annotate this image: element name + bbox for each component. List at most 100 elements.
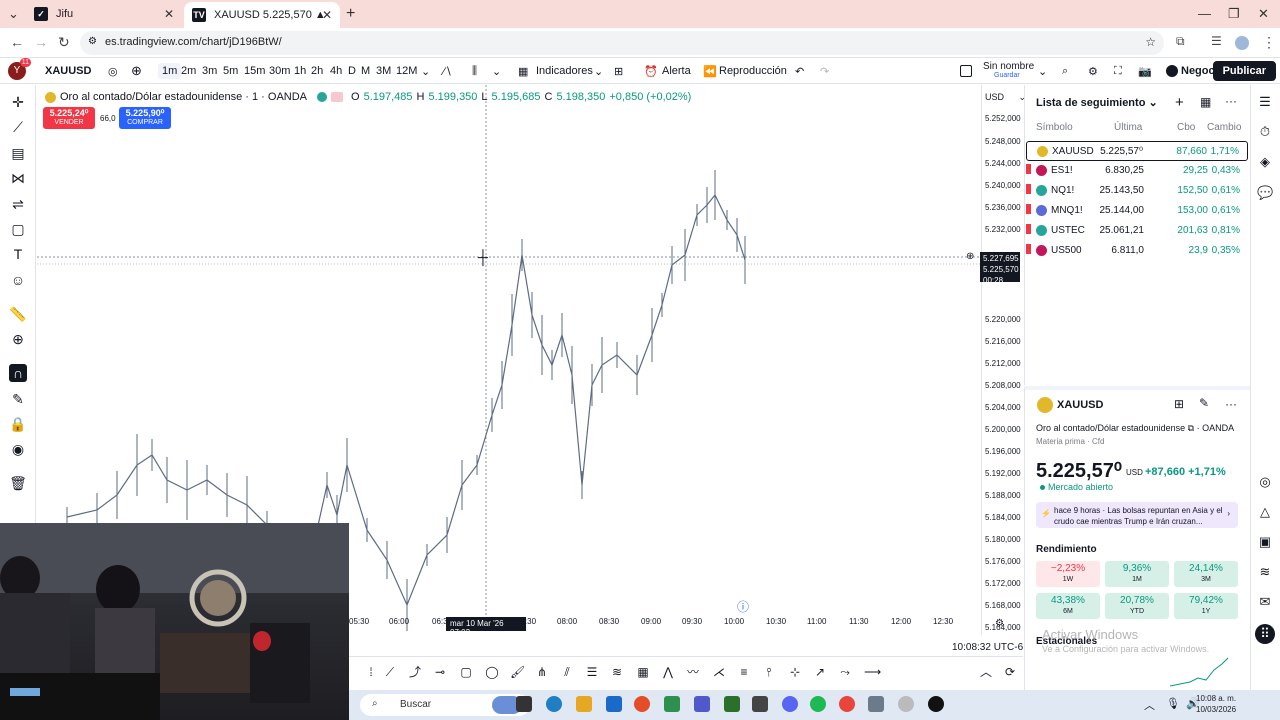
alarm-clock-icon[interactable]: ⏰ xyxy=(644,65,658,78)
interval-1m[interactable]: 1m xyxy=(158,63,182,79)
microphone-icon[interactable]: 🎙 xyxy=(1166,697,1180,710)
indicators-button[interactable]: Indicadores xyxy=(536,65,593,77)
horizontal-line-icon[interactable]: ⊸ xyxy=(433,665,447,679)
interval-d[interactable]: D xyxy=(348,65,356,77)
flag-marker-icon[interactable] xyxy=(1026,164,1031,174)
maximize-icon[interactable]: ❐ xyxy=(1228,6,1240,22)
channel-icon[interactable]: ⫽ xyxy=(560,665,574,679)
watchlist-row-xauusd[interactable]: XAUUSD 5.225,57⁰ 87,660 1,71% xyxy=(1026,141,1248,161)
trash-icon[interactable]: 🗑 xyxy=(9,474,27,492)
layout-name[interactable]: Sin nombre xyxy=(983,61,1034,72)
undo-icon[interactable]: ↶ xyxy=(795,65,804,78)
interval-2m[interactable]: 2m xyxy=(181,65,196,77)
forecast-icon[interactable]: ⇌ xyxy=(9,195,27,213)
regression-icon[interactable]: ≡ xyxy=(737,665,751,679)
browser-menu-icon[interactable]: ⋮ xyxy=(1262,34,1276,51)
watchlist-title[interactable]: Lista de seguimiento ⌄ xyxy=(1036,96,1158,109)
publish-button[interactable]: Publicar xyxy=(1212,61,1276,81)
shapes-icon[interactable]: ▢ xyxy=(9,220,27,238)
interval-5m[interactable]: 5m xyxy=(223,65,238,77)
pattern-icon[interactable]: ⋈ xyxy=(9,169,27,187)
profile-avatar[interactable] xyxy=(1235,36,1249,50)
flag-marker-icon[interactable] xyxy=(1026,244,1031,254)
more-options-icon[interactable]: ··· xyxy=(1225,94,1237,108)
header-symbol[interactable]: Símbolo xyxy=(1036,122,1073,133)
utc-clock[interactable]: 10:08:32 UTC-6 xyxy=(952,642,1023,653)
templates-icon[interactable]: ⊞ xyxy=(614,65,623,78)
indicators-icon[interactable]: ▦ xyxy=(518,65,528,78)
broadcast-icon[interactable]: ≋ xyxy=(1257,564,1273,580)
interval-2h[interactable]: 2h xyxy=(311,65,323,77)
eye-icon[interactable]: ◉ xyxy=(9,440,27,458)
trend-line-icon[interactable]: ⟋ xyxy=(383,665,397,679)
settings-icon[interactable] xyxy=(868,696,884,712)
layout-save[interactable]: Guardar xyxy=(994,72,1020,79)
tab-jifu[interactable]: ✓ Jifu ✕ xyxy=(26,2,182,26)
toolbar-layout-icon[interactable]: ⟳ xyxy=(1003,665,1017,679)
pitchfork-icon[interactable]: ⋔ xyxy=(535,665,549,679)
chrome-icon[interactable] xyxy=(839,696,855,712)
interval-dropdown-icon[interactable]: ⌄ xyxy=(421,65,430,78)
ideas-icon[interactable]: △ xyxy=(1257,504,1273,520)
new-tab-icon[interactable]: + xyxy=(346,5,355,23)
header-change[interactable]: Cbo xyxy=(1177,122,1195,133)
apps-grid-icon[interactable]: ⠿ xyxy=(1255,624,1275,644)
close-tab-icon[interactable]: ✕ xyxy=(164,7,174,21)
buy-button[interactable]: 5.225,90⁰ COMPRAR xyxy=(119,107,171,129)
taskbar-clock[interactable]: 10:08 a. m. 10/03/2026 xyxy=(1196,693,1236,715)
interval-1h[interactable]: 1h xyxy=(294,65,306,77)
office-icon[interactable] xyxy=(634,696,650,712)
url-field[interactable]: ⚙ es.tradingview.com/chart/jD196BtW/ ☆ xyxy=(80,31,1164,55)
time-axis[interactable]: 05:30 06:00 06:30 07:30 08:00 08:30 09:00 09:30… xyxy=(349,617,981,631)
flag-marker-icon[interactable] xyxy=(1026,204,1031,214)
extensions-icon[interactable]: ⧉ xyxy=(1176,34,1185,49)
taskbar-search[interactable]: ⌕ Buscar xyxy=(360,694,530,716)
watchlist-row-es1[interactable]: ES1! 6.830,25 29,25 0,43% xyxy=(1026,161,1248,181)
advanced-chart-icon[interactable]: ⊞ xyxy=(1174,397,1184,411)
add-symbol-icon[interactable]: ⊕ xyxy=(131,63,142,79)
layout-checkbox-icon[interactable] xyxy=(960,65,972,77)
long-position-icon[interactable]: ⫯ xyxy=(762,665,776,679)
symbol-search[interactable]: XAUUSD xyxy=(45,65,91,77)
flash-event-icon[interactable]: ⓘ xyxy=(737,598,749,615)
teams-icon[interactable] xyxy=(694,696,710,712)
settings-gear-icon[interactable]: ⚙ xyxy=(1088,65,1098,78)
detail-name-text[interactable]: Oro al contado/Dólar estadounidense xyxy=(1036,423,1185,433)
ruler-icon[interactable]: 📏 xyxy=(9,305,27,323)
lock-icon[interactable]: 🔒 xyxy=(9,415,27,433)
discord-icon[interactable] xyxy=(782,696,798,712)
ray-icon[interactable]: ⤴ xyxy=(408,665,422,679)
interval-4h[interactable]: 4h xyxy=(330,65,342,77)
fib-icon[interactable]: ☰ xyxy=(585,665,599,679)
crosshair-icon[interactable]: ✛ xyxy=(9,93,27,111)
currency-selector[interactable]: USD ⌄ xyxy=(985,92,1026,103)
arrow-marker-icon[interactable]: ↗ xyxy=(813,665,827,679)
forward-icon[interactable]: → xyxy=(34,34,48,50)
tray-chevron-icon[interactable]: ︿ xyxy=(1144,697,1155,713)
elliott-wave-icon[interactable]: 〰 xyxy=(686,665,700,679)
price-axis[interactable]: 5.252,000 5.248,000 5.244,000 5.240,000 5.23… xyxy=(981,85,1023,635)
target-icon[interactable]: ◎ xyxy=(1257,474,1273,490)
watchlist-icon[interactable]: ☰ xyxy=(1257,94,1273,110)
interval-3m[interactable]: 3m xyxy=(202,65,217,77)
candle-chart-type-icon[interactable]: ⫼ xyxy=(472,65,477,78)
close-tab-icon[interactable]: ✕ xyxy=(322,8,332,22)
mail-icon[interactable] xyxy=(606,696,622,712)
app-icon-2[interactable] xyxy=(898,696,914,712)
magnet-icon[interactable]: ∩ xyxy=(9,364,27,382)
layout-dropdown-icon[interactable]: ⌄ xyxy=(1038,65,1047,78)
add-alert-plus-icon[interactable]: ⊕ xyxy=(966,251,974,262)
header-last[interactable]: Última xyxy=(1114,122,1142,133)
path-icon[interactable]: ⤳ xyxy=(838,665,852,679)
forecast-icon[interactable]: ⊹ xyxy=(788,665,802,679)
header-change-percent[interactable]: Cambio xyxy=(1207,122,1241,133)
legend-symbol-name[interactable]: Oro al contado/Dólar estadounidense · 1 … xyxy=(60,91,307,103)
layers-icon[interactable]: ◈ xyxy=(1257,154,1273,170)
bookmark-star-icon[interactable]: ☆ xyxy=(1145,35,1156,49)
interval-30m[interactable]: 30m xyxy=(269,65,290,77)
interval-12m[interactable]: 12M xyxy=(396,65,417,77)
reading-list-icon[interactable]: ☰ xyxy=(1211,34,1222,48)
close-window-icon[interactable]: ✕ xyxy=(1258,6,1269,22)
external-link-icon[interactable]: ⧉ xyxy=(1188,423,1194,433)
xbox-icon[interactable] xyxy=(724,696,740,712)
